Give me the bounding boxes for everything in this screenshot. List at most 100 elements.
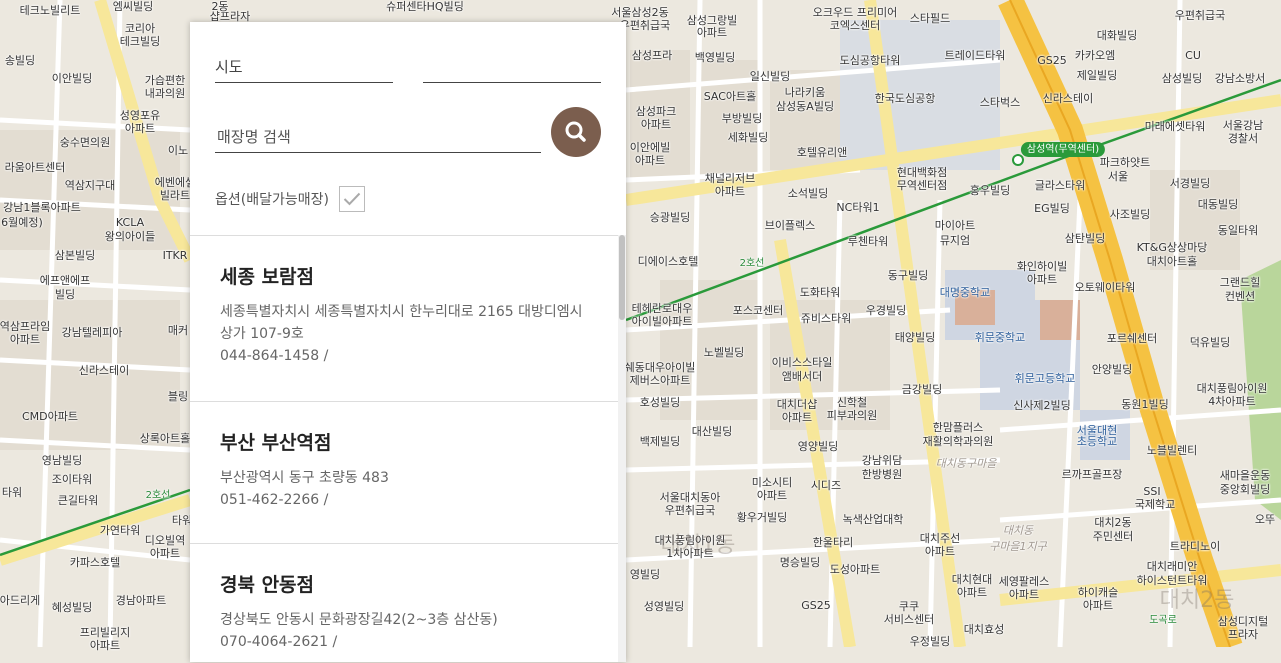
map-place-label: 경남아파트 <box>115 594 167 607</box>
delivery-option-checkbox[interactable] <box>338 186 365 212</box>
map-place-label: 르까프골프장 <box>1061 468 1123 481</box>
map-place-label: 디오빌역 <box>144 534 186 547</box>
map-place-label: 피부과의원 <box>826 409 878 422</box>
store-name-search-field <box>215 122 545 153</box>
map-place-label: 대치풍림아이원 <box>1196 382 1268 395</box>
map-place-label: 쿠쿠 <box>898 600 920 613</box>
map-place-label: 역삼지구대 <box>64 179 116 192</box>
map-place-label: 코엑스센터 <box>829 19 881 32</box>
map-place-label: 빌딩 <box>54 288 76 301</box>
map-place-label: 제일빌딩 <box>1076 69 1118 82</box>
store-phone: 044-864-1458 / <box>220 348 329 364</box>
map-place-label: 슈퍼센타HQ빌딩 <box>386 0 464 13</box>
map-place-label: 아파트 <box>781 411 813 424</box>
map-place-label: 매커 <box>167 324 189 337</box>
map-place-label: 대치동구마을 <box>935 457 997 470</box>
map-place-label: 6월예정) <box>1 216 43 229</box>
map-place-label: 강남소방서 <box>1214 72 1266 85</box>
store-list-scrollbar[interactable] <box>618 235 626 662</box>
map-place-label: 신학철 <box>836 396 868 409</box>
map-place-label: 아파트 <box>1008 588 1040 601</box>
store-list[interactable]: 세종 보람점 세종특별자치시 세종특별자치시 한누리대로 2165 대방디엠시상… <box>190 235 618 663</box>
map-place-label: 동일타워 <box>1217 224 1259 237</box>
map-place-label: 휘문중학교 <box>974 331 1026 344</box>
map-place-label: 글라스타워 <box>1034 179 1086 192</box>
map-place-label: 미래에셋타워 <box>1144 120 1206 133</box>
store-item[interactable]: 부산 부산역점 부산광역시 동구 초량동 483 051-462-2266 / <box>190 402 618 544</box>
map-place-label: 부방빌딩 <box>721 112 763 125</box>
sido-select-label: 시도 <box>215 58 243 76</box>
map-place-label: 영양빌딩 <box>797 440 839 453</box>
map-place-label: 하이캐슬 <box>1077 586 1119 599</box>
map-place-label: 아이빌아파트 <box>631 315 693 328</box>
map-place-label: 성영포유 <box>119 109 161 122</box>
map-place-label: 우경빌딩 <box>865 304 907 317</box>
store-list-scroll-thumb[interactable] <box>619 235 625 320</box>
map-place-label: 녹색산업대학 <box>842 513 904 526</box>
store-item[interactable]: 세종 보람점 세종특별자치시 세종특별자치시 한누리대로 2165 대방디엠시상… <box>190 236 618 402</box>
map-place-label: 블링 <box>167 390 189 403</box>
map-place-label: 노벨빌딩 <box>703 346 745 359</box>
map-place-label: 도심공항타워 <box>839 54 901 67</box>
map-place-label: 금강빌딩 <box>901 383 943 396</box>
map-place-label: 현대백화점 <box>896 166 948 179</box>
store-phone: 051-462-2266 / <box>220 492 329 508</box>
map-place-label: 카카오엠 <box>1074 49 1116 62</box>
map-place-label: GS25 <box>801 599 831 612</box>
map-place-label: 코리아 <box>124 22 156 35</box>
search-button[interactable] <box>551 107 601 157</box>
map-place-label: 명승빌딩 <box>779 556 821 569</box>
map-place-label: 아드리게 <box>0 594 41 607</box>
map-place-label: 빌라트 <box>159 189 191 202</box>
sido-select[interactable]: 시도 <box>215 52 393 83</box>
map-place-label: 아파트 <box>1082 599 1114 612</box>
map-place-label: 우편취급국 <box>664 504 716 517</box>
map-place-label: 삼탄빌딩 <box>1064 232 1106 245</box>
store-item[interactable]: 경북 안동점 경상북도 안동시 문화광장길42(2~3층 삼산동) 070-40… <box>190 544 618 663</box>
store-address: 세종특별자치시 세종특별자치시 한누리대로 2165 대방디엠시상가 107-9… <box>220 304 583 342</box>
map-place-label: 테헤란로대우 <box>631 302 693 315</box>
map-place-label: 4차아파트 <box>1208 395 1256 408</box>
map-place-label: CMD아파트 <box>21 410 79 423</box>
map-place-label: 사조빌딩 <box>1109 208 1151 221</box>
map-place-label: 이안빌딩 <box>51 72 93 85</box>
map-place-label: 오토웨이타워 <box>1074 281 1136 294</box>
map-place-label: NC타워1 <box>836 201 880 214</box>
map-place-label: 뮤지엄 <box>939 234 971 247</box>
map-place-label: 세화빌딩 <box>727 131 769 144</box>
map-place-label: 시디즈 <box>810 479 842 492</box>
store-name-search-input[interactable] <box>215 122 545 152</box>
map-place-label: 도곡로 <box>1149 615 1177 626</box>
map-place-label: 라움아트센터 <box>4 161 66 174</box>
map-place-label: 파크하얏트 <box>1099 156 1151 169</box>
map-place-label: 중앙회빌딩 <box>1219 483 1271 496</box>
map-place-label: 대치동 <box>1002 524 1034 537</box>
map-place-label: 승광빌딩 <box>649 211 691 224</box>
map-place-label: SAC아트홀 <box>703 90 757 103</box>
map-place-label: 가연타워 <box>99 524 141 537</box>
map-place-label: 2동 <box>211 0 229 13</box>
map-place-label: 아파트 <box>696 26 728 39</box>
map-place-label: 신사제2빌딩 <box>1013 399 1071 412</box>
map-place-label: 삼성프라 <box>631 49 673 62</box>
map-place-label: 영남빌딩 <box>41 454 83 467</box>
map-place-label: 역삼프라임 <box>0 320 51 333</box>
map-place-label: 2호선 <box>739 258 765 269</box>
map-place-label: 삼본빌딩 <box>54 249 96 262</box>
map-place-label: 도화타워 <box>799 286 841 299</box>
map-place-label: 영빌딩 <box>629 568 661 581</box>
map-place-label: 아파트 <box>89 639 121 652</box>
gugun-select[interactable] <box>423 52 601 83</box>
map-place-label: 혜성빌딩 <box>51 601 93 614</box>
map-place-label: 백영빌딩 <box>694 51 736 64</box>
map-place-label: 트레이드타워 <box>944 49 1006 62</box>
delivery-option-row: 옵션(배달가능매장) <box>215 184 365 214</box>
map-station-marker-inner <box>1014 156 1022 164</box>
store-search-panel: 시도 옵션(배달가능매장) 세종 보람점 세종특별자치시 세종특별자치시 한누리… <box>190 22 626 662</box>
map-place-label: 서울삼성2동 <box>611 6 669 19</box>
map-place-label: 신라스테이 <box>78 364 130 377</box>
map-place-label: 스타필드 <box>909 12 951 25</box>
map-place-label: 서울강남 <box>1222 119 1264 132</box>
map-place-label: 아파트 <box>9 333 41 346</box>
map-place-label: 송빌딩 <box>4 54 36 67</box>
